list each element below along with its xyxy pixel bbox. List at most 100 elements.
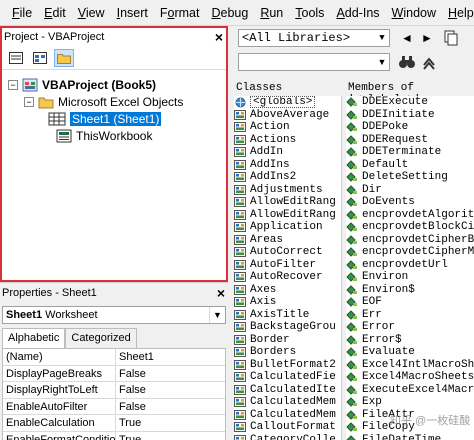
tree-node-thisworkbook[interactable]: ThisWorkbook <box>2 127 226 144</box>
list-item[interactable]: CalculatedFie <box>234 371 341 384</box>
property-row[interactable]: DisplayPageBreaks False <box>3 365 225 382</box>
list-item[interactable]: <globals> <box>234 96 341 109</box>
list-item[interactable]: Axis <box>234 296 341 309</box>
tree-node-sheet1[interactable]: Sheet1 (Sheet1) <box>2 110 226 127</box>
property-value[interactable]: True <box>116 415 225 431</box>
list-item[interactable]: CalculatedMem <box>234 409 341 422</box>
list-item[interactable]: Evaluate <box>346 346 474 359</box>
view-code-button[interactable] <box>6 49 26 67</box>
forward-icon[interactable]: ► <box>418 29 436 47</box>
menu-item-insert[interactable]: Insert <box>113 6 152 20</box>
binoculars-icon[interactable] <box>398 53 416 71</box>
chevron-down-icon[interactable]: ▼ <box>375 30 389 46</box>
menu-item-view[interactable]: View <box>74 6 109 20</box>
list-item[interactable]: AllowEditRang <box>234 196 341 209</box>
property-row[interactable]: EnableCalculation True <box>3 415 225 432</box>
list-item[interactable]: Environ <box>346 271 474 284</box>
menu-item-add-ins[interactable]: Add-Ins <box>332 6 383 20</box>
property-value[interactable]: False <box>116 382 225 398</box>
menu-item-debug[interactable]: Debug <box>207 6 252 20</box>
toggle-folders-button[interactable] <box>54 48 74 67</box>
list-item[interactable]: CategoryColle <box>234 434 341 440</box>
list-item[interactable]: encprovdetBlockCiph <box>346 221 474 234</box>
list-item[interactable]: EOF <box>346 296 474 309</box>
property-row[interactable]: EnableFormatCondition True <box>3 431 225 440</box>
menu-item-help[interactable]: Help <box>444 6 474 20</box>
list-item[interactable]: Error$ <box>346 334 474 347</box>
list-item[interactable]: Default <box>346 159 474 172</box>
list-item[interactable]: BulletFormat2 <box>234 359 341 372</box>
list-item[interactable]: Environ$ <box>346 284 474 297</box>
tree-node-excel-objects[interactable]: − Microsoft Excel Objects <box>2 93 226 110</box>
classes-list[interactable]: <globals> AboveAverage Action Actions AddIn A… <box>234 96 342 440</box>
list-item[interactable]: Axes <box>234 284 341 297</box>
list-item[interactable]: DeleteSetting <box>346 171 474 184</box>
list-item[interactable]: BackstageGrou <box>234 321 341 334</box>
list-item[interactable]: Err <box>346 309 474 322</box>
tab-categorized[interactable]: Categorized <box>65 328 137 348</box>
list-item[interactable]: AutoCorrect <box>234 246 341 259</box>
list-item[interactable]: AutoRecover <box>234 271 341 284</box>
list-item[interactable]: AddIns2 <box>234 171 341 184</box>
list-item[interactable]: Excel4MacroSheets <box>346 371 474 384</box>
property-row[interactable]: EnableAutoFilter False <box>3 398 225 415</box>
list-item[interactable]: DDEExecute <box>346 96 474 109</box>
list-item[interactable]: AllowEditRang <box>234 209 341 222</box>
list-item[interactable]: AboveAverage <box>234 109 341 122</box>
back-icon[interactable]: ◄ <box>398 29 416 47</box>
tree-node-vbaproject[interactable]: − VBAProject (Book5) <box>2 76 226 93</box>
library-dropdown[interactable]: <All Libraries> ▼ <box>238 29 390 47</box>
list-item[interactable]: DDEInitiate <box>346 109 474 122</box>
search-dropdown[interactable]: ▼ <box>238 53 390 71</box>
object-selector[interactable]: Sheet1 Worksheet ▼ <box>2 306 226 324</box>
list-item[interactable]: Exp <box>346 396 474 409</box>
menu-item-run[interactable]: Run <box>256 6 287 20</box>
list-item[interactable]: DDEPoke <box>346 121 474 134</box>
list-item[interactable]: encprovdetCipherBl <box>346 234 474 247</box>
chevron-down-icon[interactable]: ▼ <box>209 307 225 323</box>
list-item[interactable]: CalculatedMem <box>234 396 341 409</box>
list-item[interactable]: Application <box>234 221 341 234</box>
list-item[interactable]: CalculatedIte <box>234 384 341 397</box>
list-item[interactable]: encprovdetCipherMo <box>346 246 474 259</box>
property-value[interactable]: True <box>116 432 225 440</box>
list-item[interactable]: Error <box>346 321 474 334</box>
collapse-icon[interactable]: − <box>24 96 34 107</box>
list-item[interactable]: DDETerminate <box>346 146 474 159</box>
list-item[interactable]: DDERequest <box>346 134 474 147</box>
list-item[interactable]: Excel4IntlMacroShee <box>346 359 474 372</box>
list-item[interactable]: encprovdetAlgorithm <box>346 209 474 222</box>
list-item[interactable]: CalloutFormat <box>234 421 341 434</box>
chevron-down-icon[interactable]: ▼ <box>375 54 389 70</box>
members-list[interactable]: DDEExecute DDEInitiate DDEPoke DDERequest DD… <box>346 96 474 440</box>
menu-item-window[interactable]: Window <box>388 6 440 20</box>
close-icon[interactable]: × <box>215 30 223 44</box>
list-item[interactable]: FileDateTime <box>346 434 474 440</box>
list-item[interactable]: Adjustments <box>234 184 341 197</box>
copy-icon[interactable] <box>442 29 460 47</box>
list-item[interactable]: Areas <box>234 234 341 247</box>
menu-item-edit[interactable]: Edit <box>40 6 70 20</box>
list-item[interactable]: encprovdetUrl <box>346 259 474 272</box>
property-value[interactable]: Sheet1 <box>116 349 225 365</box>
menu-item-format[interactable]: Format <box>156 6 204 20</box>
collapse-up-icon[interactable] <box>420 53 438 71</box>
view-object-button[interactable] <box>30 49 50 67</box>
list-item[interactable]: AutoFilter <box>234 259 341 272</box>
property-row[interactable]: DisplayRightToLeft False <box>3 382 225 399</box>
list-item[interactable]: ExecuteExcel4Macro <box>346 384 474 397</box>
list-item[interactable]: AddIns <box>234 159 341 172</box>
list-item[interactable]: DoEvents <box>346 196 474 209</box>
list-item[interactable]: Dir <box>346 184 474 197</box>
list-item[interactable]: Actions <box>234 134 341 147</box>
property-row[interactable]: (Name) Sheet1 <box>3 349 225 366</box>
tab-alphabetic[interactable]: Alphabetic <box>2 328 66 348</box>
close-icon[interactable]: × <box>217 285 225 301</box>
list-item[interactable]: Borders <box>234 346 341 359</box>
property-value[interactable]: False <box>116 399 225 415</box>
property-value[interactable]: False <box>116 366 225 382</box>
menu-item-tools[interactable]: Tools <box>291 6 328 20</box>
list-item[interactable]: Action <box>234 121 341 134</box>
collapse-icon[interactable]: − <box>8 79 18 90</box>
list-item[interactable]: Border <box>234 334 341 347</box>
